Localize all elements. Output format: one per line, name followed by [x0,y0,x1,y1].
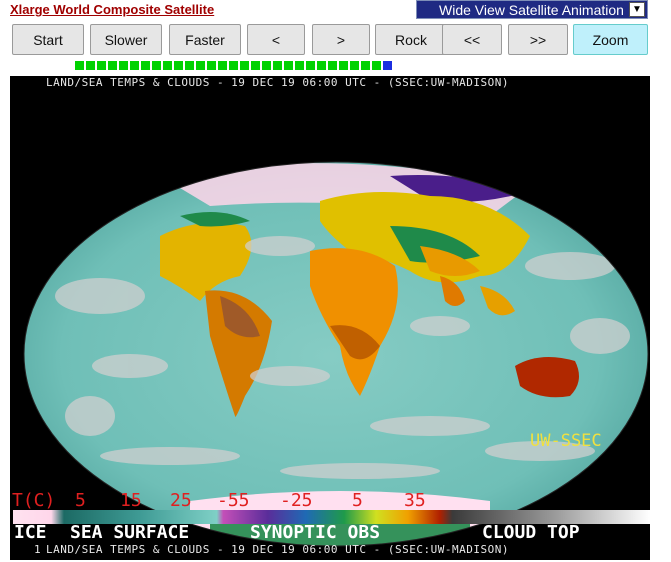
chevron-down-icon[interactable]: ▼ [629,2,645,17]
frame-indicator[interactable] [240,61,249,70]
frame-indicator[interactable] [295,61,304,70]
frame-indicator[interactable] [108,61,117,70]
world-map [13,161,650,547]
satellite-image: LAND/SEA TEMPS & CLOUDS - 19 DEC 19 06:0… [10,76,650,560]
frame-indicator[interactable] [185,61,194,70]
sea-tick: 25 [170,490,192,511]
prev-frame-button[interactable]: < [247,24,305,55]
frame-indicator[interactable] [163,61,172,70]
legend-synoptic-obs: SYNOPTIC OBS [250,522,381,543]
animation-toolbar: Start Slower Faster < > Rock << >> Zoom [12,24,648,56]
legend-sea-surface: SEA SURFACE [70,522,190,543]
brand-label: UW-SSEC [530,431,602,451]
frame-indicator[interactable] [97,61,106,70]
start-button[interactable]: Start [12,24,84,55]
first-frame-button[interactable]: << [442,24,502,55]
frame-indicator[interactable] [284,61,293,70]
frame-indicator[interactable] [196,61,205,70]
legend-ice: ICE [14,522,47,543]
frame-indicator[interactable] [361,61,370,70]
next-frame-button[interactable]: > [312,24,370,55]
land-tick: 35 [404,490,426,511]
last-frame-button[interactable]: >> [508,24,568,55]
image-header-text: LAND/SEA TEMPS & CLOUDS - 19 DEC 19 06:0… [46,76,509,89]
frame-number: 1 [34,543,41,556]
frame-indicator[interactable] [152,61,161,70]
earth-disc [24,162,648,546]
frame-indicator[interactable] [383,61,392,70]
frame-indicator[interactable] [317,61,326,70]
view-select[interactable]: Wide View Satellite Animation ▼ [416,0,648,19]
slower-button[interactable]: Slower [90,24,162,55]
frame-indicator[interactable] [251,61,260,70]
page-title-link[interactable]: Xlarge World Composite Satellite [10,2,214,17]
frame-indicator[interactable] [207,61,216,70]
image-footer-text: LAND/SEA TEMPS & CLOUDS - 19 DEC 19 06:0… [46,543,509,556]
faster-button[interactable]: Faster [169,24,241,55]
sea-tick: 15 [120,490,142,511]
frame-indicator[interactable] [328,61,337,70]
legend-cloud-top: CLOUD TOP [482,522,580,543]
frame-indicator[interactable] [75,61,84,70]
frame-indicator-bar [75,61,392,71]
frame-indicator[interactable] [372,61,381,70]
unit-label: T(C) [12,490,56,511]
view-select-value: Wide View Satellite Animation [439,1,624,18]
frame-indicator[interactable] [229,61,238,70]
land-tick: 5 [352,490,363,511]
frame-indicator[interactable] [174,61,183,70]
frame-indicator[interactable] [218,61,227,70]
frame-indicator[interactable] [86,61,95,70]
frame-indicator[interactable] [119,61,128,70]
rock-button[interactable]: Rock [375,24,447,55]
land-tick: -55 [217,490,250,511]
sea-tick: 5 [75,490,86,511]
frame-indicator[interactable] [141,61,150,70]
frame-indicator[interactable] [350,61,359,70]
frame-indicator[interactable] [273,61,282,70]
zoom-button[interactable]: Zoom [573,24,648,55]
frame-indicator[interactable] [262,61,271,70]
land-tick: -25 [280,490,313,511]
frame-indicator[interactable] [339,61,348,70]
frame-indicator[interactable] [130,61,139,70]
frame-indicator[interactable] [306,61,315,70]
